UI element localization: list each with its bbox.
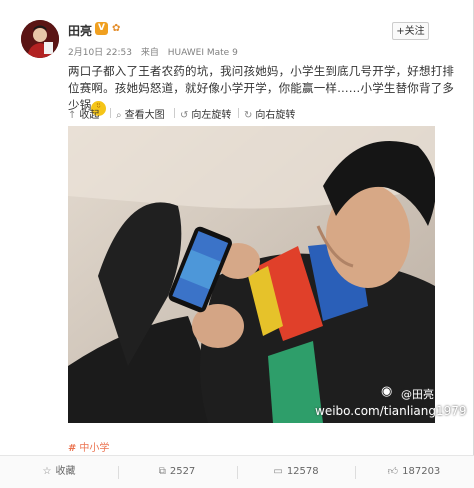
post-meta: 2月10日 22:53 来自 HUAWEI Mate 9 (68, 45, 244, 58)
star-icon: ☆ (42, 466, 52, 477)
topic-tag[interactable]: # 中小学 (68, 439, 109, 454)
level-badge-icon: ✿ (112, 23, 121, 34)
toolbar-divider (238, 108, 239, 118)
verified-badge-icon: V (95, 22, 108, 35)
rotate-left-button[interactable]: ↺ 向左旋转 (180, 106, 231, 121)
post-device[interactable]: HUAWEI Mate 9 (168, 48, 238, 58)
post-date[interactable]: 2月10日 22:53 (68, 48, 132, 58)
weibo-logo-icon: ◉ (381, 384, 393, 399)
like-icon: 👍︎ (387, 466, 399, 477)
toolbar-divider (110, 108, 111, 118)
watermark-url: weibo.com/tianliang1979 (315, 404, 467, 418)
avatar[interactable] (21, 20, 59, 58)
hashtag-icon: # (68, 443, 77, 454)
rotate-right-button[interactable]: ↻ 向右旋转 (244, 106, 295, 121)
username[interactable]: 田亮 (68, 22, 92, 39)
weibo-post-card: 田亮 V ✿ +关注 2月10日 22:53 来自 HUAWEI Mate 9 … (0, 0, 474, 488)
toolbar-divider (174, 108, 175, 118)
comment-button[interactable]: ▭ 12578 (237, 456, 355, 488)
repost-button[interactable]: ⧉ 2527 (118, 456, 236, 488)
favorite-button[interactable]: ☆ 收藏 (0, 456, 118, 488)
view-large-button[interactable]: ⌕ 查看大图 (116, 106, 165, 121)
photo-illustration (68, 126, 435, 423)
watermark-user: @田亮 (401, 388, 434, 401)
rotate-right-icon: ↻ (244, 110, 253, 121)
like-button[interactable]: 👍︎ 187203 (355, 456, 473, 488)
zoom-icon: ⌕ (116, 110, 122, 121)
collapse-button[interactable]: ↑ 收起 (68, 106, 99, 121)
action-bar: ☆ 收藏 ⧉ 2527 ▭ 12578 👍︎ 187203 (0, 456, 474, 488)
rotate-left-icon: ↺ (180, 110, 189, 121)
follow-button[interactable]: +关注 (392, 22, 429, 40)
post-from: 来自 (140, 48, 159, 58)
collapse-icon: ↑ (68, 110, 77, 121)
image-toolbar: ↑ 收起 ⌕ 查看大图 ↺ 向左旋转 ↻ 向右旋转 (68, 103, 448, 122)
post-photo[interactable] (68, 126, 435, 423)
comment-icon: ▭ (273, 466, 283, 477)
share-icon: ⧉ (158, 466, 166, 477)
